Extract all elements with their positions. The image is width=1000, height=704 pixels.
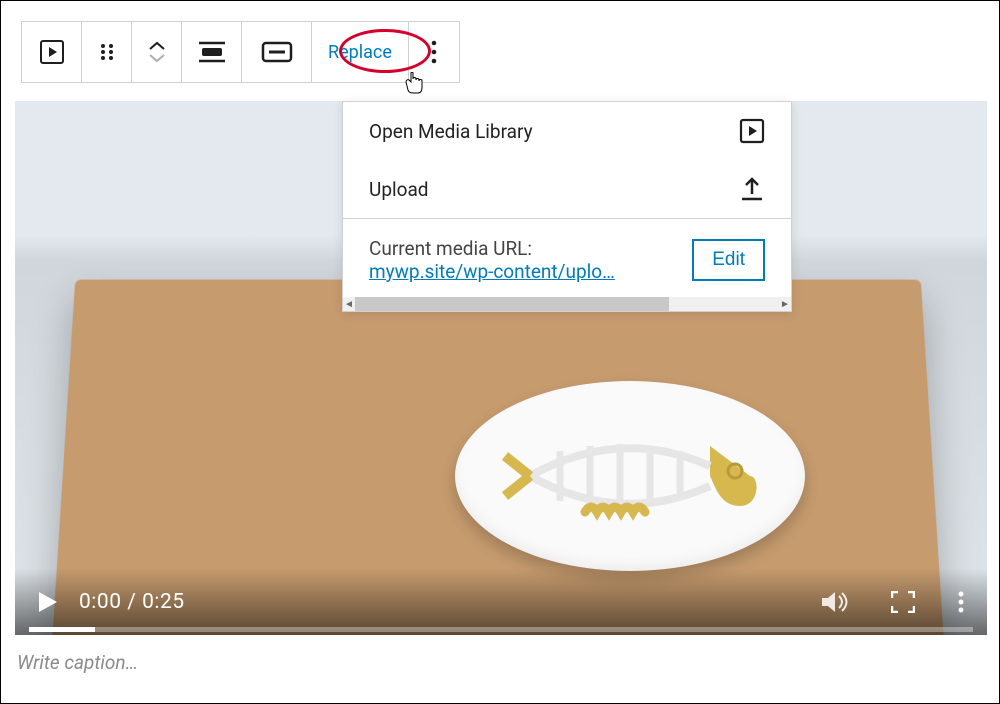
move-up-icon[interactable] — [148, 41, 166, 51]
embed-icon — [260, 40, 294, 64]
open-media-label: Open Media Library — [369, 120, 533, 143]
current-url-row: Current media URL: mywp.site/wp-content/… — [343, 219, 791, 297]
edit-url-button[interactable]: Edit — [692, 239, 765, 281]
video-thumbnail-plate — [455, 381, 805, 571]
video-progress-played — [29, 627, 95, 632]
scroll-right-arrow[interactable]: ► — [779, 299, 791, 310]
embed-button[interactable] — [242, 22, 312, 82]
align-icon — [197, 40, 227, 64]
time-total: 0:25 — [142, 590, 185, 614]
block-type-button[interactable] — [22, 22, 82, 82]
drag-icon — [97, 42, 117, 62]
drag-handle[interactable] — [82, 22, 132, 82]
upload-label: Upload — [369, 178, 429, 201]
scroll-thumb[interactable] — [355, 297, 669, 311]
scroll-track[interactable] — [355, 297, 779, 311]
replace-label: Replace — [328, 42, 392, 63]
caption-input[interactable]: Write caption… — [17, 651, 138, 674]
fullscreen-icon[interactable] — [891, 591, 915, 613]
replace-button[interactable]: Replace — [312, 22, 409, 82]
upload-icon — [739, 176, 765, 202]
video-progress-bar[interactable] — [29, 627, 973, 632]
align-button[interactable] — [182, 22, 242, 82]
upload-item[interactable]: Upload — [343, 160, 791, 218]
dropdown-scrollbar[interactable]: ◄ ► — [343, 297, 791, 311]
time-current: 0:00 — [79, 590, 122, 614]
volume-icon[interactable] — [821, 590, 849, 614]
video-controls: 0:00 / 0:25 — [15, 569, 987, 635]
move-down-icon[interactable] — [148, 53, 166, 63]
time-separator: / — [122, 590, 143, 614]
more-button[interactable] — [409, 22, 459, 82]
fish-bone-decoration — [490, 416, 770, 536]
block-toolbar: Replace — [21, 21, 460, 83]
video-time: 0:00 / 0:25 — [79, 590, 185, 614]
open-media-library-item[interactable]: Open Media Library — [343, 102, 791, 160]
media-library-icon — [739, 118, 765, 144]
replace-dropdown: Open Media Library Upload Current media … — [342, 101, 792, 312]
move-buttons — [132, 22, 182, 82]
play-icon[interactable] — [37, 590, 59, 614]
video-block-icon — [38, 38, 66, 66]
current-url-link[interactable]: mywp.site/wp-content/uplo… — [369, 260, 615, 283]
kebab-icon — [430, 39, 438, 65]
more-options-icon[interactable] — [957, 590, 965, 614]
current-url-label: Current media URL: — [369, 237, 615, 260]
scroll-left-arrow[interactable]: ◄ — [343, 299, 355, 310]
